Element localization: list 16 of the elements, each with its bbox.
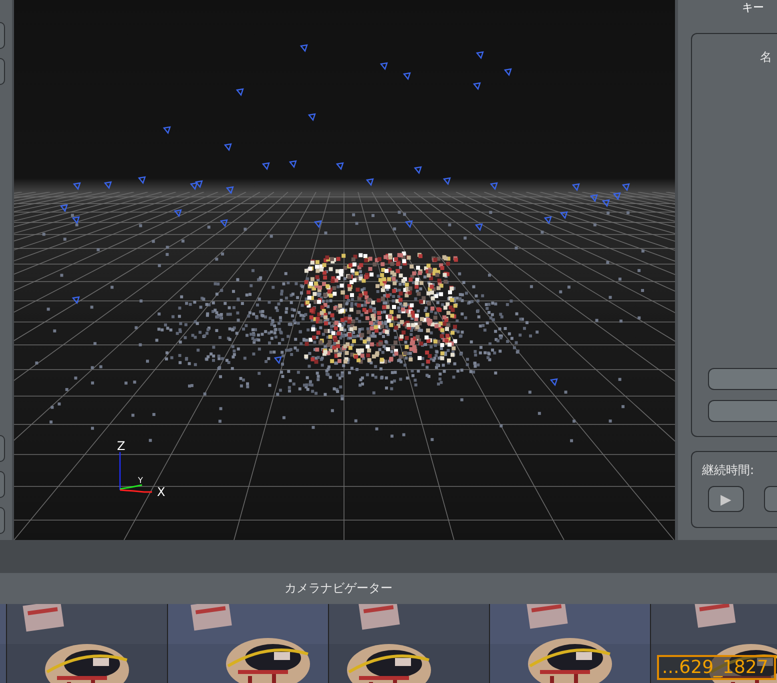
- tool-button[interactable]: [0, 22, 5, 49]
- axis-label: Z: [117, 439, 126, 453]
- name-label: 名: [759, 49, 773, 66]
- axis-label: X: [157, 485, 166, 499]
- navigator-title: カメラナビゲーター: [284, 580, 392, 597]
- image-name-label: ...629_1827: [657, 655, 776, 680]
- tool-button[interactable]: [0, 471, 5, 498]
- axis-gizmo-icon: [119, 452, 152, 493]
- axis-label: Y: [138, 476, 143, 485]
- panel-button[interactable]: [708, 368, 777, 390]
- tool-button[interactable]: [0, 58, 5, 85]
- panel-title: キー: [742, 1, 764, 14]
- panel-button[interactable]: [708, 400, 777, 422]
- tool-button[interactable]: [0, 507, 5, 534]
- tool-button[interactable]: [0, 435, 5, 462]
- duration-label: 継続時間:: [702, 462, 756, 479]
